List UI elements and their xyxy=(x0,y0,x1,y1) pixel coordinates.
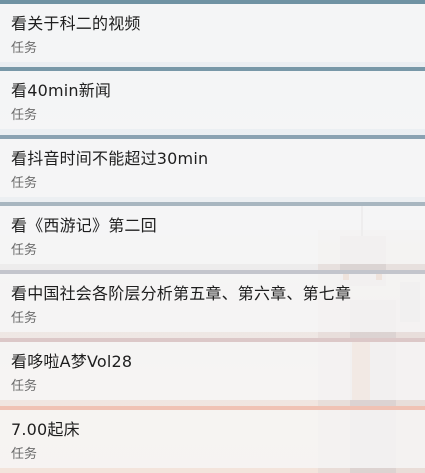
task-accent-bar xyxy=(0,270,425,274)
task-item-4[interactable]: 看中国社会各阶层分析第五章、第六章、第七章 任务 xyxy=(0,270,425,332)
task-subtitle: 任务 xyxy=(11,243,38,258)
task-accent-bar xyxy=(0,135,425,139)
task-subtitle: 任务 xyxy=(11,176,38,191)
task-title: 7.00起床 xyxy=(11,420,80,439)
task-accent-bar xyxy=(0,67,425,71)
task-accent-bar xyxy=(0,202,425,206)
task-title: 看中国社会各阶层分析第五章、第六章、第七章 xyxy=(11,284,352,303)
task-accent-bar xyxy=(0,406,425,410)
task-title: 看哆啦A梦Vol28 xyxy=(11,352,133,371)
task-subtitle: 任务 xyxy=(11,311,38,326)
task-item-1[interactable]: 看40min新闻 任务 xyxy=(0,67,425,129)
task-accent-bar xyxy=(0,0,425,4)
task-item-6[interactable]: 7.00起床 任务 xyxy=(0,406,425,468)
task-subtitle: 任务 xyxy=(11,108,38,123)
task-subtitle: 任务 xyxy=(11,41,38,56)
task-title: 看抖音时间不能超过30min xyxy=(11,149,209,168)
task-title: 看关于科二的视频 xyxy=(11,14,141,33)
task-item-0[interactable]: 看关于科二的视频 任务 xyxy=(0,0,425,62)
task-subtitle: 任务 xyxy=(11,447,38,462)
task-accent-bar xyxy=(0,338,425,342)
task-title: 看《西游记》第二回 xyxy=(11,216,157,235)
task-item-5[interactable]: 看哆啦A梦Vol28 任务 xyxy=(0,338,425,400)
task-subtitle: 任务 xyxy=(11,379,38,394)
task-list: 看关于科二的视频 任务 看40min新闻 任务 看抖音时间不能超过30min 任… xyxy=(0,0,425,473)
task-item-3[interactable]: 看《西游记》第二回 任务 xyxy=(0,202,425,264)
task-title: 看40min新闻 xyxy=(11,81,112,100)
task-item-2[interactable]: 看抖音时间不能超过30min 任务 xyxy=(0,135,425,197)
